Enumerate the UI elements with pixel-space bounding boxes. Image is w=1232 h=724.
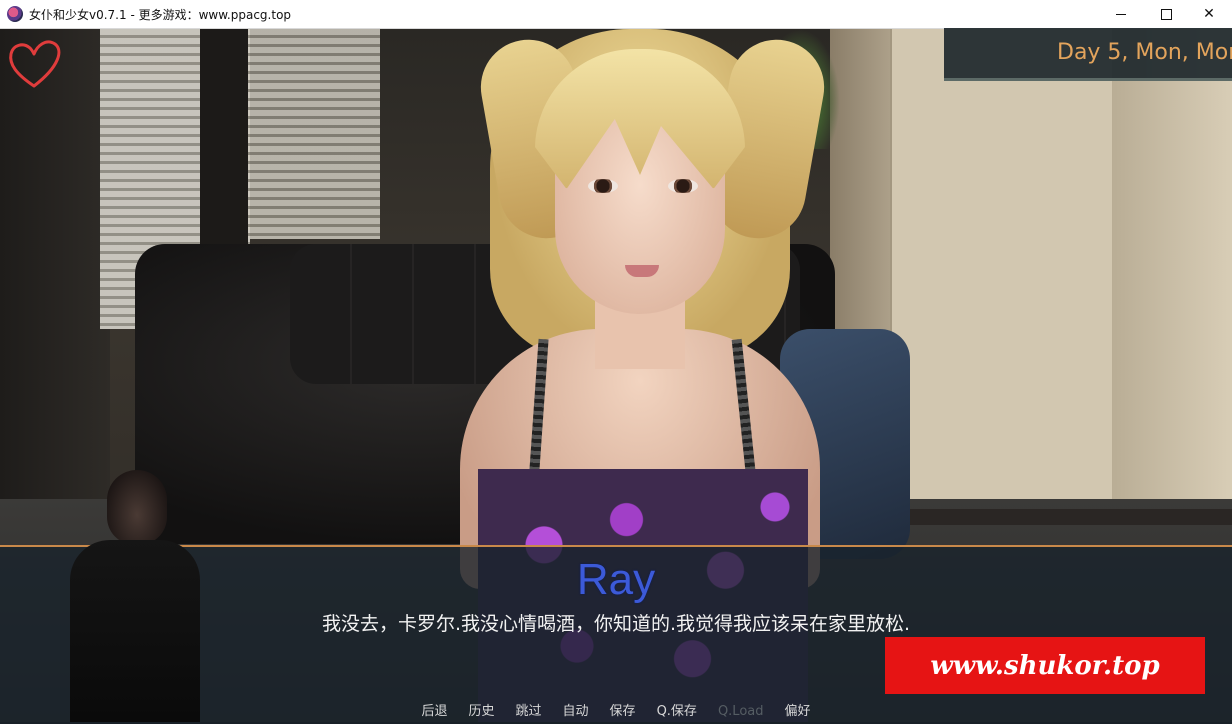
minimize-icon <box>1116 13 1126 15</box>
quick-menu-save[interactable]: 保存 <box>610 702 636 722</box>
quick-menu-history[interactable]: 历史 <box>469 702 495 722</box>
side-character-sprite <box>65 470 205 722</box>
maximize-button[interactable] <box>1143 0 1189 28</box>
maximize-icon <box>1160 8 1172 20</box>
scene-baseboard <box>880 509 1232 525</box>
quick-menu: 后退 历史 跳过 自动 保存 Q.保存 Q.Load 偏好 <box>0 702 1232 722</box>
quick-menu-back[interactable]: 后退 <box>421 702 447 722</box>
side-character-head <box>107 470 167 545</box>
quick-menu-quick-save[interactable]: Q.保存 <box>657 702 697 722</box>
close-icon: ✕ <box>1203 6 1215 22</box>
character-eye-left <box>588 179 618 193</box>
close-button[interactable]: ✕ <box>1186 0 1232 28</box>
window-titlebar: 女仆和少女v0.7.1 - 更多游戏：www.ppacg.top ✕ <box>0 0 1232 29</box>
scene-wall-panel <box>890 29 1112 519</box>
date-label: Day 5, Mon, Morning <box>1057 40 1232 65</box>
date-panel: Day 5, Mon, Morning <box>944 28 1232 81</box>
watermark-banner: www.shukor.top <box>885 637 1205 694</box>
watermark-text: www.shukor.top <box>930 650 1160 681</box>
quick-menu-quick-load[interactable]: Q.Load <box>718 702 764 722</box>
quick-menu-preferences[interactable]: 偏好 <box>785 702 811 722</box>
scene-window-blinds-2 <box>240 29 380 239</box>
character-eye-right <box>668 179 698 193</box>
window-title: 女仆和少女v0.7.1 - 更多游戏：www.ppacg.top <box>29 7 292 22</box>
side-character-body <box>70 540 200 722</box>
date-clip: Day 5, Mon, Morning <box>944 28 1232 78</box>
quick-menu-skip[interactable]: 跳过 <box>516 702 542 722</box>
heart-outline-icon[interactable] <box>6 36 62 92</box>
quick-menu-auto[interactable]: 自动 <box>563 702 589 722</box>
app-icon <box>7 6 23 22</box>
minimize-button[interactable] <box>1098 0 1144 28</box>
